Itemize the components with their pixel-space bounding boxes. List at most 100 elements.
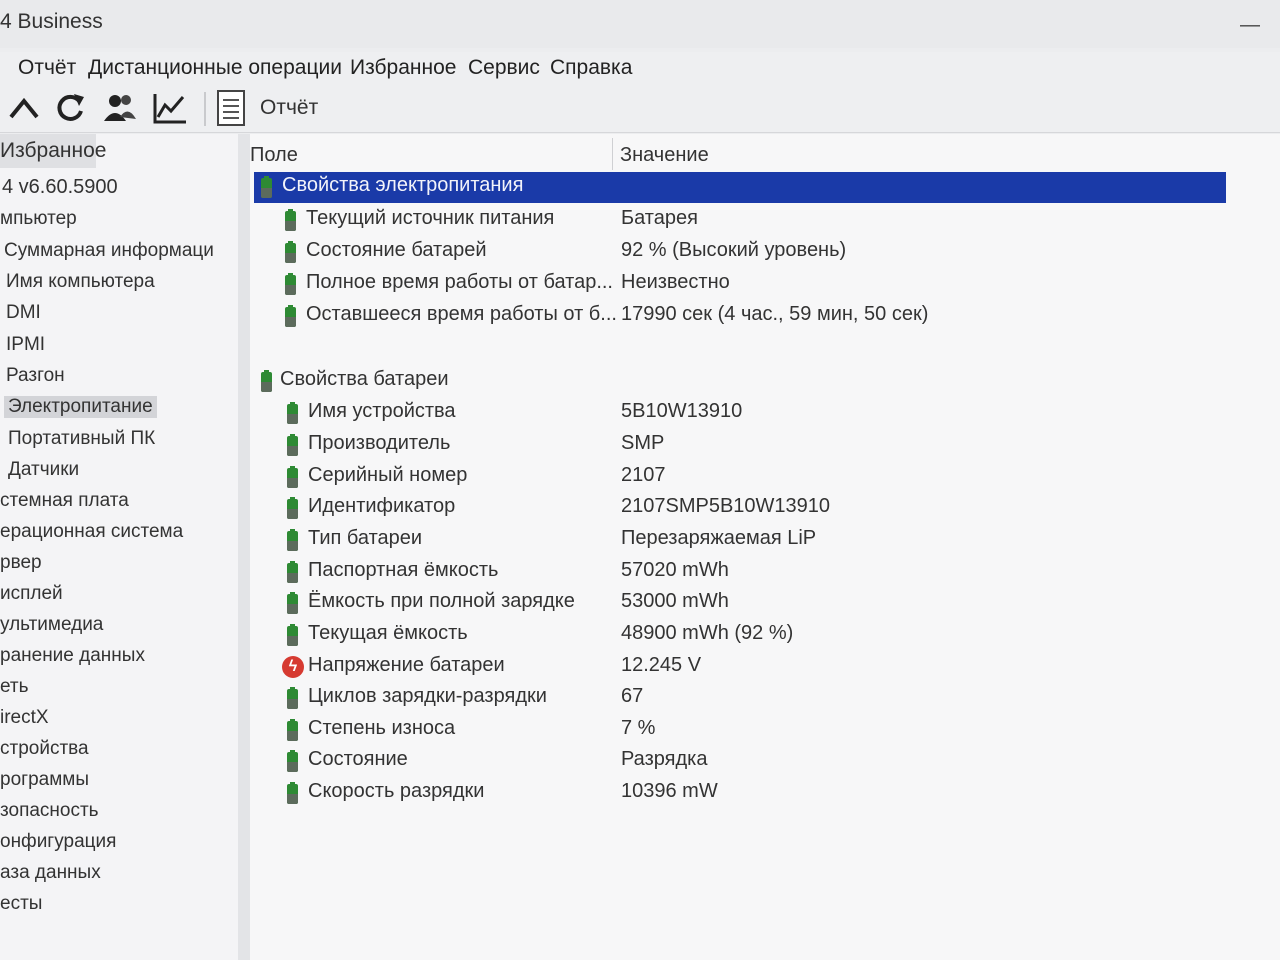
row-field: Текущий источник питания [306, 207, 555, 229]
details-panel: Поле Значение Свойства электропитания Те… [250, 134, 1280, 960]
battery-icon [284, 687, 302, 716]
tab-favorites[interactable]: Избранное [0, 134, 106, 168]
group-title: Свойства электропитания [282, 174, 524, 196]
table-row[interactable]: ϟ Напряжение батареи 12.245 V [250, 652, 1280, 683]
table-row[interactable]: Текущий источник питания Батарея [250, 205, 1280, 236]
tree-item-summary[interactable]: Суммарная информаци [4, 240, 214, 262]
report-icon [217, 90, 245, 126]
tree-item-security[interactable]: зопасность [0, 800, 99, 822]
table-row[interactable]: Серийный номер 2107 [250, 462, 1280, 493]
tree-item-server[interactable]: рвер [0, 552, 42, 574]
up-icon [9, 97, 39, 119]
row-value: Неизвестно [621, 271, 730, 293]
panel-splitter[interactable] [238, 134, 250, 960]
tree-item-display[interactable]: исплей [0, 583, 63, 605]
minimize-button[interactable]: — [1240, 14, 1260, 37]
menu-favorites[interactable]: Избранное [350, 56, 456, 80]
tree-item-storage[interactable]: ранение данных [0, 645, 145, 667]
column-divider[interactable] [612, 138, 613, 170]
group-battery-properties[interactable]: Свойства батареи [250, 366, 1280, 397]
tree-item-sensors[interactable]: Датчики [8, 459, 79, 481]
tree-item-configuration[interactable]: онфигурация [0, 831, 116, 853]
table-row[interactable]: Имя устройства 5B10W13910 [250, 398, 1280, 429]
tree-item-dmi[interactable]: DMI [6, 302, 41, 324]
users-button[interactable] [100, 88, 140, 128]
row-value: 48900 mWh (92 %) [621, 622, 794, 644]
tree-item-network[interactable]: еть [0, 676, 29, 698]
row-field: Производитель [308, 432, 451, 454]
toolbar-separator [204, 92, 206, 126]
row-field: Циклов зарядки-разрядки [308, 685, 547, 707]
tree-item-tests[interactable]: есты [0, 893, 42, 915]
table-row[interactable]: Оставшееся время работы от б... 17990 се… [250, 301, 1280, 332]
tree-item-computer-name[interactable]: Имя компьютера [6, 271, 155, 293]
chart-button[interactable] [150, 88, 190, 128]
tree-item-version[interactable]: 4 v6.60.5900 [2, 176, 118, 199]
row-value: 53000 mWh [621, 590, 729, 612]
table-row[interactable]: Состояние батарей 92 % (Высокий уровень) [250, 237, 1280, 268]
up-button[interactable] [4, 88, 44, 128]
menu-report[interactable]: Отчёт [18, 56, 76, 80]
table-row[interactable]: Состояние Разрядка [250, 746, 1280, 777]
battery-icon [284, 466, 302, 495]
table-row[interactable]: Циклов зарядки-разрядки 67 [250, 683, 1280, 714]
table-row[interactable]: Паспортная ёмкость 57020 mWh [250, 557, 1280, 588]
row-field: Идентификатор [308, 495, 456, 517]
tree-item-devices[interactable]: стройства [0, 738, 89, 760]
table-row[interactable]: Ёмкость при полной зарядке 53000 mWh [250, 588, 1280, 619]
row-field: Состояние [308, 748, 408, 770]
group-power-properties[interactable]: Свойства электропитания [254, 172, 1226, 203]
report-button[interactable]: Отчёт [216, 88, 318, 128]
battery-icon [258, 370, 276, 399]
row-field: Паспортная ёмкость [308, 559, 499, 581]
row-value: 67 [621, 685, 644, 707]
battery-icon [284, 497, 302, 526]
table-row[interactable]: Степень износа 7 % [250, 715, 1280, 746]
window-title: 4 Business [0, 10, 103, 33]
row-value: 57020 mWh [621, 559, 729, 581]
battery-icon [284, 719, 302, 748]
row-value: Перезаряжаемая LiP [621, 527, 817, 549]
tree-item-portable-pc[interactable]: Портативный ПК [8, 428, 155, 450]
row-field: Полное время работы от батар... [306, 271, 613, 293]
table-row[interactable]: Производитель SMP [250, 430, 1280, 461]
row-value: SMP [621, 432, 665, 454]
column-header-value[interactable]: Значение [620, 138, 709, 172]
tree-item-multimedia[interactable]: ультимедиа [0, 614, 103, 636]
title-bar: 4 Business — [0, 0, 1280, 48]
tree-item-directx[interactable]: irectX [0, 707, 49, 729]
menu-remote-operations[interactable]: Дистанционные операции [88, 56, 342, 80]
refresh-button[interactable] [50, 88, 90, 128]
chart-icon [153, 94, 186, 124]
row-value: 5B10W13910 [621, 400, 743, 422]
navigation-tree: Избранное 4 v6.60.5900 мпьютер Суммарная… [0, 134, 239, 960]
row-value: Батарея [621, 207, 698, 229]
column-header-field[interactable]: Поле [250, 138, 298, 172]
table-row[interactable]: Текущая ёмкость 48900 mWh (92 %) [250, 620, 1280, 651]
row-value: 12.245 V [621, 654, 702, 676]
tree-item-software[interactable]: рограммы [0, 769, 89, 791]
tree-item-database[interactable]: аза данных [0, 862, 101, 884]
tree-item-overclock[interactable]: Разгон [6, 365, 65, 387]
report-label: Отчёт [260, 96, 319, 119]
tree-item-ipmi[interactable]: IPMI [6, 334, 45, 356]
menu-help[interactable]: Справка [550, 56, 632, 80]
tree-item-operating-system[interactable]: ерационная система [0, 521, 183, 543]
table-row[interactable]: Тип батареи Перезаряжаемая LiP [250, 525, 1280, 556]
menu-service[interactable]: Сервис [468, 56, 540, 80]
table-row[interactable]: Идентификатор 2107SMP5B10W13910 [250, 493, 1280, 524]
row-field: Состояние батарей [306, 239, 487, 261]
row-field: Текущая ёмкость [308, 622, 468, 644]
battery-icon [284, 561, 302, 590]
voltage-icon: ϟ [282, 656, 304, 678]
tree-item-power-management[interactable]: Электропитание [4, 396, 157, 418]
row-field: Серийный номер [308, 464, 468, 486]
row-value: 2107SMP5B10W13910 [621, 495, 831, 517]
tree-item-motherboard[interactable]: стемная плата [0, 490, 129, 512]
tree-item-computer[interactable]: мпьютер [0, 208, 77, 230]
row-field: Скорость разрядки [308, 780, 485, 802]
table-row[interactable]: Полное время работы от батар... Неизвест… [250, 269, 1280, 300]
table-row[interactable]: Скорость разрядки 10396 mW [250, 778, 1280, 809]
battery-icon [282, 241, 300, 270]
row-value: Разрядка [621, 748, 708, 770]
